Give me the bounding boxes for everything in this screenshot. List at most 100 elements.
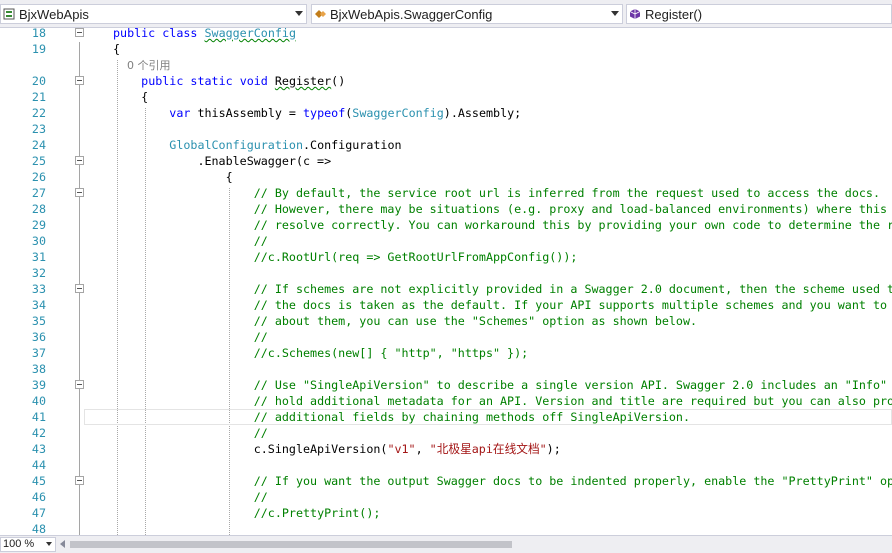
- code-editor[interactable]: 18 public class SwaggerConfig 19 { 0 个引用 20 …: [0, 28, 892, 535]
- line-number: 22: [31, 106, 46, 120]
- code-line: 22 var thisAssembly = typeof(SwaggerConf…: [0, 105, 892, 121]
- code-text: //c.PrettyPrint();: [113, 505, 381, 521]
- code-token: {: [113, 170, 233, 184]
- project-dropdown[interactable]: BjxWebApis: [0, 4, 307, 24]
- code-text: //: [113, 329, 268, 345]
- line-number: 44: [31, 458, 46, 472]
- code-text: // By default, the service root url is i…: [113, 185, 880, 201]
- collapse-icon[interactable]: [75, 76, 84, 85]
- code-token: SwaggerConfig: [204, 28, 296, 40]
- code-token: // By default, the service root url is i…: [253, 186, 880, 200]
- code-token: {: [113, 90, 149, 104]
- code-line: 32: [0, 265, 892, 281]
- zoom-dropdown[interactable]: 100 %: [0, 537, 56, 552]
- code-text: // the docs is taken as the default. If …: [113, 297, 892, 313]
- code-token: .EnableSwagger(c =>: [113, 154, 332, 168]
- code-line: 47 //c.PrettyPrint();: [0, 505, 892, 521]
- code-line: 19 {: [0, 41, 892, 57]
- code-line: 43 c.SingleApiVersion("v1", "北极星api在线文档"…: [0, 441, 892, 457]
- code-text: c.SingleApiVersion("v1", "北极星api在线文档");: [113, 441, 561, 457]
- code-text: //: [113, 489, 268, 505]
- code-token: //: [253, 426, 268, 440]
- code-line: 18 public class SwaggerConfig: [0, 28, 892, 41]
- code-text: 0 个引用: [113, 57, 171, 74]
- code-token: );: [546, 442, 561, 456]
- code-token: // about them, you can use the "Schemes"…: [253, 314, 698, 328]
- line-number: 27: [31, 186, 46, 200]
- horizontal-scrollbar-thumb[interactable]: [70, 541, 512, 548]
- code-token: static: [190, 74, 240, 88]
- chevron-down-icon: [46, 542, 52, 546]
- code-line: 39 // Use "SingleApiVersion" to describe…: [0, 377, 892, 393]
- code-text: // resolve correctly. You can workaround…: [113, 217, 892, 233]
- code-text: // If you want the output Swagger docs t…: [113, 473, 892, 489]
- project-name: BjxWebApis: [19, 6, 89, 22]
- code-line: 48: [0, 521, 892, 535]
- code-line: 28 // However, there may be situations (…: [0, 201, 892, 217]
- code-token: ).Assembly;: [443, 106, 522, 120]
- chevron-down-icon: [295, 11, 303, 16]
- scroll-left-arrow[interactable]: [60, 540, 65, 548]
- line-number: 28: [31, 202, 46, 216]
- line-number: 46: [31, 490, 46, 504]
- class-name: BjxWebApis.SwaggerConfig: [330, 6, 493, 22]
- code-line: 23: [0, 121, 892, 137]
- code-text: //: [113, 233, 268, 249]
- code-token: {: [113, 42, 121, 56]
- code-token: // the docs is taken as the default. If …: [253, 298, 888, 312]
- collapse-icon[interactable]: [75, 380, 84, 389]
- code-token: // However, there may be situations (e.g…: [253, 202, 892, 216]
- code-line: 33 // If schemes are not explicitly prov…: [0, 281, 892, 297]
- code-line: 40 // hold additional metadata for an AP…: [0, 393, 892, 409]
- member-dropdown[interactable]: Register(): [626, 4, 892, 24]
- code-text: public class SwaggerConfig: [113, 28, 296, 41]
- line-number: 35: [31, 314, 46, 328]
- code-token: public: [141, 74, 191, 88]
- code-line: 20 public static void Register(): [0, 73, 892, 89]
- line-number: 31: [31, 250, 46, 264]
- code-line: 36 //: [0, 329, 892, 345]
- collapse-icon[interactable]: [75, 284, 84, 293]
- line-number: 34: [31, 298, 46, 312]
- line-number: 38: [31, 362, 46, 376]
- code-line: 38: [0, 361, 892, 377]
- line-number: 43: [31, 442, 46, 456]
- code-token: // resolve correctly. You can workaround…: [253, 218, 892, 232]
- line-number: 37: [31, 346, 46, 360]
- line-number: 36: [31, 330, 46, 344]
- code-text: GlobalConfiguration.Configuration: [113, 137, 401, 153]
- code-line: 21 {: [0, 89, 892, 105]
- line-number: 21: [31, 90, 46, 104]
- code-text: //c.Schemes(new[] { "http", "https" });: [113, 345, 528, 361]
- code-token: // If you want the output Swagger docs t…: [253, 474, 892, 488]
- zoom-level: 100 %: [3, 538, 35, 550]
- class-dropdown[interactable]: BjxWebApis.SwaggerConfig: [311, 4, 623, 24]
- code-token: // hold additional metadata for an API. …: [253, 394, 892, 408]
- line-number: 48: [31, 522, 46, 535]
- collapse-icon[interactable]: [75, 156, 84, 165]
- code-line: 0 个引用: [0, 57, 892, 73]
- collapse-icon[interactable]: [75, 476, 84, 485]
- reference-count-hint[interactable]: 0 个引用: [113, 59, 171, 72]
- line-number: 42: [31, 426, 46, 440]
- member-name: Register(): [645, 6, 703, 22]
- collapse-icon[interactable]: [75, 28, 84, 37]
- code-line: 34 // the docs is taken as the default. …: [0, 297, 892, 313]
- code-text: var thisAssembly = typeof(SwaggerConfig)…: [113, 105, 521, 121]
- code-text: {: [113, 89, 148, 105]
- line-number: 18: [31, 28, 46, 40]
- csharp-project-icon: [3, 8, 15, 20]
- code-text: {: [113, 41, 120, 57]
- code-text: // If schemes are not explicitly provide…: [113, 281, 892, 297]
- collapse-icon[interactable]: [75, 188, 84, 197]
